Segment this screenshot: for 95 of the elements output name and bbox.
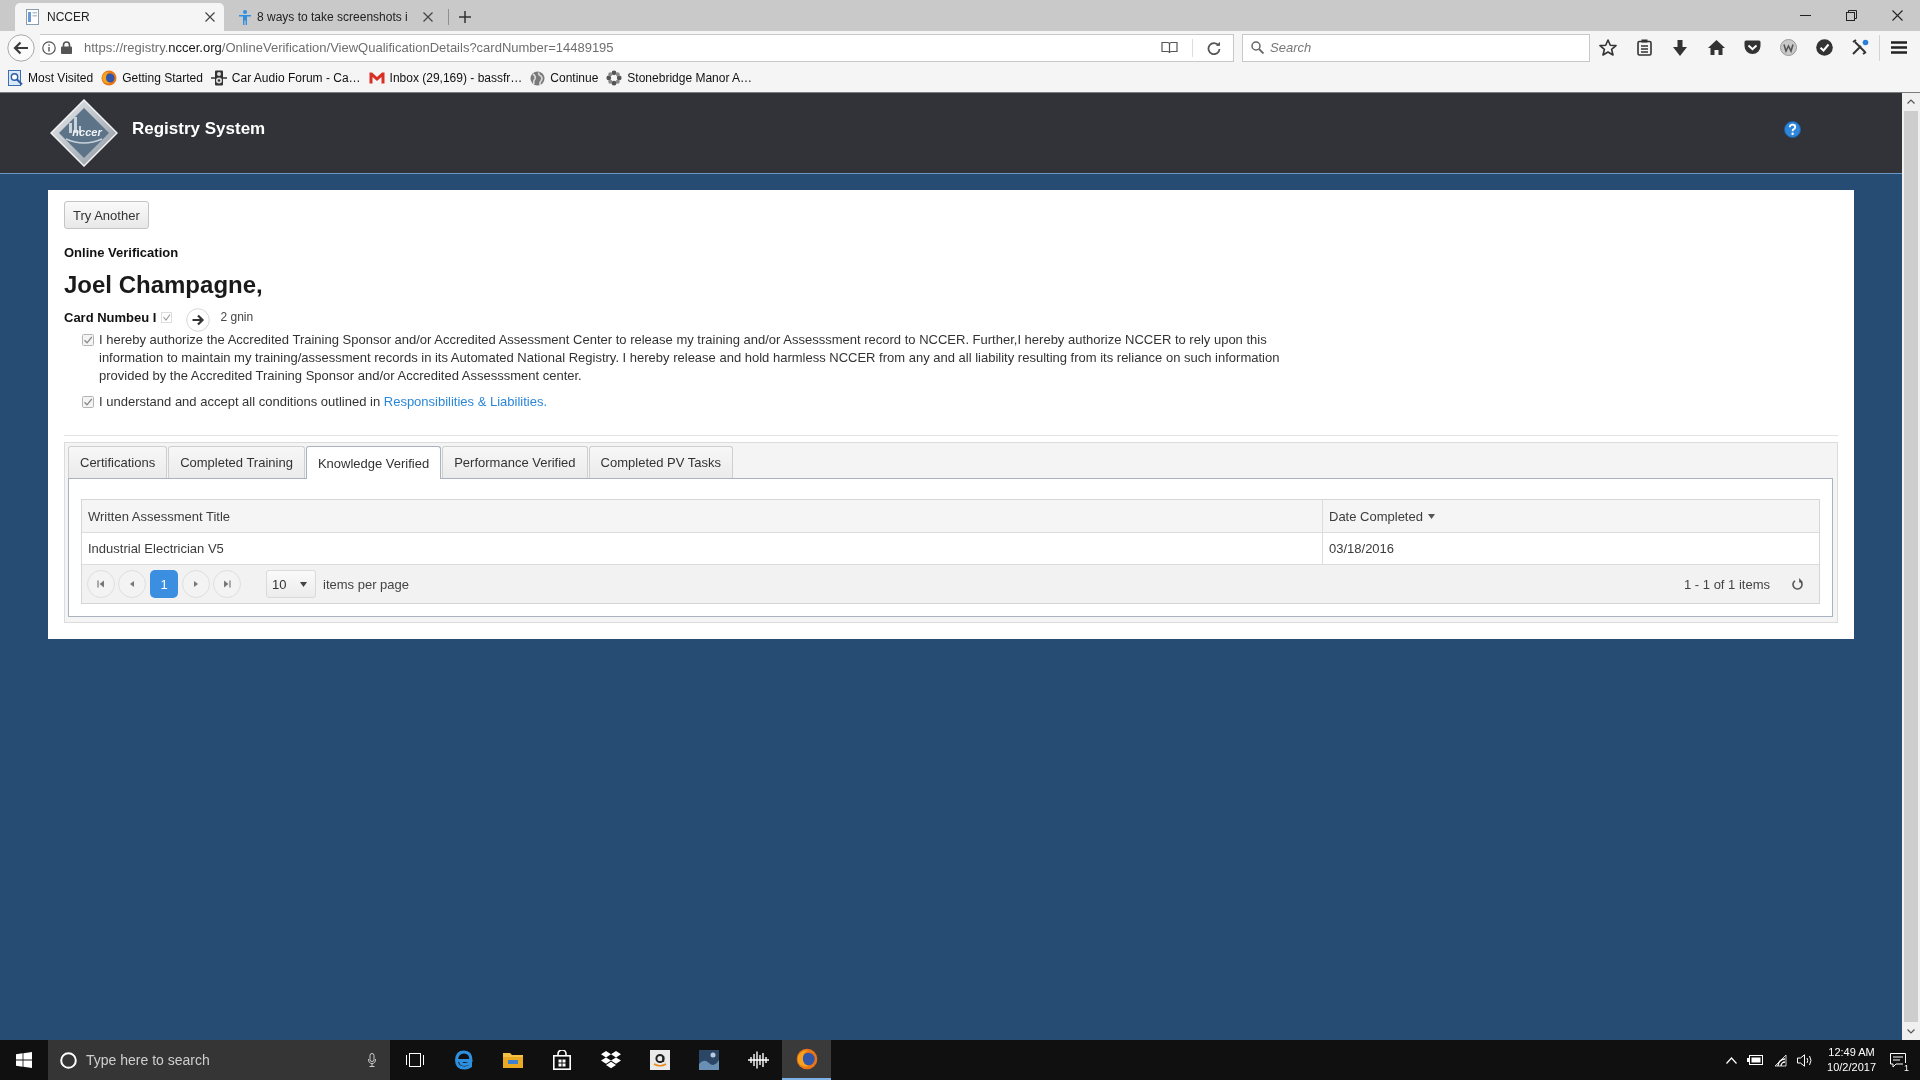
reload-icon[interactable] xyxy=(1207,40,1221,55)
search-icon xyxy=(1251,41,1264,54)
close-icon[interactable] xyxy=(423,12,433,22)
clock-date[interactable]: 10/2/2017 xyxy=(1827,1060,1876,1075)
person-icon xyxy=(239,9,251,25)
consent-text: I understand and accept all conditions outlined in Responsibilities & Liabilities. xyxy=(99,393,549,411)
volume-icon[interactable] xyxy=(1797,1053,1814,1067)
bookmark-item[interactable]: Inbox (29,169) - bassfr… xyxy=(368,71,523,85)
search-field[interactable]: Search xyxy=(1242,33,1590,62)
taskbar-search-field[interactable]: Type here to search xyxy=(48,1040,390,1080)
restore-icon[interactable] xyxy=(1846,10,1857,21)
notification-count: 1 xyxy=(1903,1062,1910,1073)
close-icon[interactable] xyxy=(205,12,215,22)
download-icon[interactable] xyxy=(1673,39,1687,56)
wifi-icon[interactable] xyxy=(1773,1053,1788,1067)
battery-icon[interactable] xyxy=(1747,1055,1764,1065)
tab[interactable]: Performance Verified xyxy=(442,446,588,478)
clock-time[interactable]: 12:49 AM xyxy=(1828,1045,1875,1060)
task-view-icon xyxy=(405,1053,424,1067)
microphone-icon[interactable] xyxy=(368,1053,376,1067)
windows-icon[interactable] xyxy=(16,1052,32,1068)
browser-tab[interactable]: 8 ways to take screenshots i xyxy=(228,3,442,31)
help-icon[interactable] xyxy=(1784,120,1801,138)
search-placeholder: Search xyxy=(1270,40,1312,55)
page-size-label: items per page xyxy=(323,576,409,592)
checkbox[interactable] xyxy=(82,334,94,346)
home-icon[interactable] xyxy=(1707,40,1725,55)
speaker-icon xyxy=(210,70,227,86)
flower-icon xyxy=(606,70,623,86)
m-letter-icon xyxy=(368,72,385,84)
arrow-circle-icon xyxy=(186,308,211,332)
bookmark-item[interactable]: Stonebridge Manor A… xyxy=(606,70,753,86)
column-header[interactable]: Date Completed xyxy=(1323,500,1819,532)
sort-caret-icon xyxy=(1427,513,1435,519)
close-icon[interactable] xyxy=(1892,10,1903,21)
tab[interactable]: Completed PV Tasks xyxy=(588,446,734,478)
bookmark-item[interactable]: Getting Started xyxy=(101,70,203,86)
applicant-name: Joel Champagne, xyxy=(64,271,263,299)
scroll-down-icon[interactable] xyxy=(1907,1029,1915,1034)
bookmark-item[interactable]: Car Audio Forum - Ca… xyxy=(210,70,361,86)
try-another-button[interactable]: Try Another xyxy=(64,201,149,229)
info-icon[interactable] xyxy=(42,40,56,55)
search-placeholder: Type here to search xyxy=(86,1052,210,1068)
page-icon xyxy=(26,9,39,25)
e-icon xyxy=(453,1050,474,1070)
back-icon[interactable] xyxy=(7,33,35,62)
flame-globe-icon xyxy=(101,70,118,86)
browser-tab[interactable]: NCCER xyxy=(15,3,224,31)
table-cell-text: 03/18/2016 xyxy=(1328,540,1396,558)
url-text: https://registry.nccer.org/OnlineVerification/ViewQualificationDetails?cardNumber=14489195 xyxy=(84,40,614,55)
tools-icon[interactable] xyxy=(1851,39,1869,56)
check-circle-icon[interactable] xyxy=(1815,39,1833,56)
tab[interactable]: Certifications xyxy=(68,446,168,478)
ring-icon xyxy=(60,1051,77,1069)
clipboard-list-icon[interactable] xyxy=(1636,39,1652,56)
checkbox[interactable] xyxy=(82,396,94,408)
caret-icon xyxy=(300,581,307,587)
boxes-icon xyxy=(600,1051,621,1069)
tab[interactable]: Completed Training xyxy=(168,446,305,478)
chevron-up-icon[interactable] xyxy=(1726,1056,1738,1064)
column-header[interactable]: Written Assessment Title xyxy=(82,500,1323,532)
globe-icon xyxy=(530,70,546,86)
book-icon[interactable] xyxy=(1161,41,1178,54)
page-search-icon xyxy=(8,70,23,86)
message-icon[interactable] xyxy=(1890,1052,1906,1068)
overlay-text: 2 gnin xyxy=(220,310,254,324)
folder-icon xyxy=(502,1052,523,1068)
bookmark-item[interactable]: Most Visited xyxy=(8,70,94,86)
flame-globe-icon xyxy=(795,1048,818,1070)
terms-link[interactable]: Responsibilities & Liabilities. xyxy=(383,394,548,409)
chevron-shield-icon[interactable] xyxy=(1743,40,1761,55)
address-field[interactable]: https://registry.nccer.org/OnlineVerification/ViewQualificationDetails?cardNumber=14489195 xyxy=(40,33,1234,62)
scrollbar[interactable] xyxy=(1902,93,1920,1040)
section-heading: Online Verification xyxy=(64,245,179,261)
picture-icon xyxy=(698,1050,719,1070)
app-title: Registry System xyxy=(132,119,266,139)
waveform-icon xyxy=(746,1051,769,1069)
refresh-icon[interactable] xyxy=(1792,578,1803,590)
diamond-logo[interactable]: nccer xyxy=(50,99,118,167)
lock-icon[interactable] xyxy=(61,41,72,54)
letter-w-icon[interactable] xyxy=(1779,39,1797,56)
new-tab-icon[interactable] xyxy=(459,11,471,23)
smile-tile-icon xyxy=(649,1050,670,1070)
ticked-box-icon xyxy=(161,311,173,323)
menu-icon[interactable] xyxy=(1891,41,1907,54)
scroll-up-icon[interactable] xyxy=(1907,99,1915,104)
scrollbar-thumb[interactable] xyxy=(1904,111,1918,1022)
tab[interactable]: Knowledge Verified xyxy=(305,446,442,479)
star-icon[interactable] xyxy=(1599,39,1617,56)
bookmark-item[interactable]: Continue xyxy=(530,70,599,86)
consent-text: I hereby authorize the Accredited Training Sponsor and/or Accredited Assessment Center to release my training and/or Assesssment record to NCCER. Further,I hereby authorize NCCER to rely upon this information to maintain my training/assessment records in its Automated National Registry. I hereby release and hold harmless NCCER from any and all liability resulting from its reliance on such information provided by the Accredited Training Sponsor and/or Accredited Assesssment center. xyxy=(99,331,1281,385)
shopping-bag-icon xyxy=(552,1050,571,1070)
page-size-dropdown[interactable]: 10 xyxy=(266,570,316,598)
card-number-label: Card Numbeu I xyxy=(64,309,157,325)
pager-summary: 1 - 1 of 1 items xyxy=(1684,576,1770,592)
